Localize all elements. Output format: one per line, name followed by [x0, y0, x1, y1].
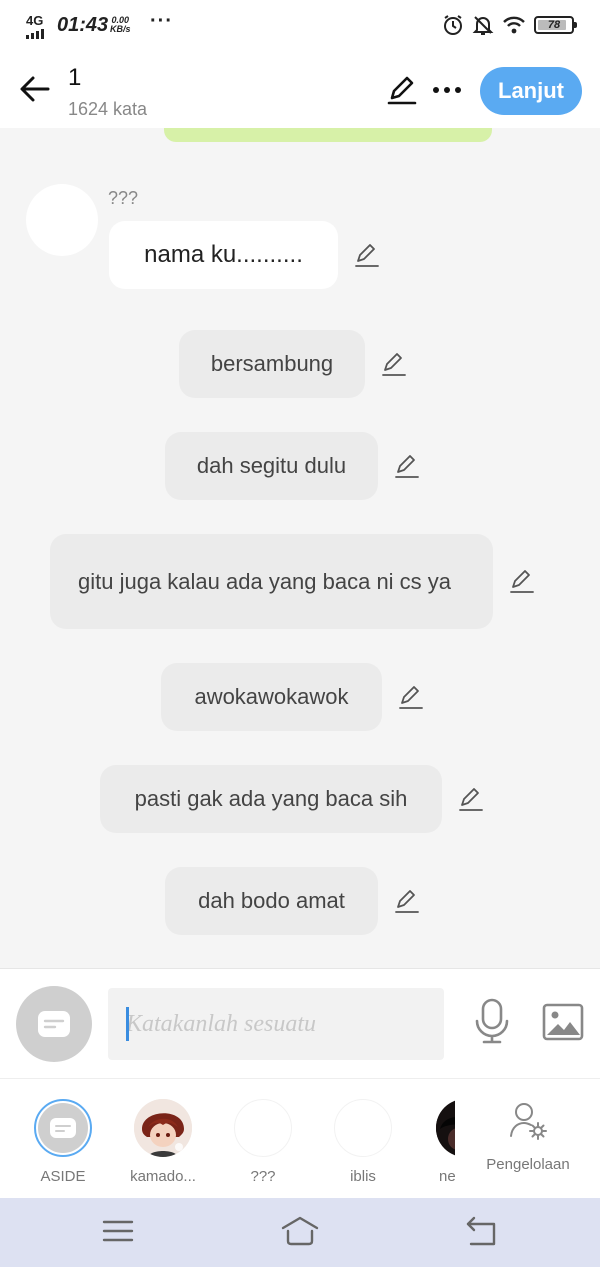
text-cursor: [126, 1007, 129, 1041]
character-item-ne[interactable]: ne: [423, 1099, 455, 1185]
input-bar: [0, 968, 600, 1078]
character-avatar: [234, 1099, 292, 1157]
character-avatar: [134, 1099, 192, 1157]
home-icon[interactable]: [280, 1214, 320, 1248]
wifi-icon: [503, 16, 525, 34]
character-bar: ASIDE kamado... ??? iblis ne Pengelolaan: [0, 1078, 600, 1198]
notification-dots-icon: ···: [150, 10, 173, 32]
message-bubble[interactable]: dah segitu dulu: [165, 432, 378, 500]
message-bubble[interactable]: awokawokawok: [161, 663, 382, 731]
edit-message-pencil-icon[interactable]: [508, 567, 536, 595]
character-avatar: [334, 1099, 392, 1157]
menu-icon[interactable]: [98, 1214, 138, 1248]
battery-icon: 78: [534, 16, 577, 34]
network-type: 4G: [26, 13, 44, 28]
back-arrow-icon: [20, 76, 50, 102]
message-bubble[interactable]: nama ku..........: [109, 221, 338, 289]
message-text: dah segitu dulu: [196, 453, 347, 478]
aside-toggle-button[interactable]: [16, 986, 92, 1062]
battery-level: 78: [547, 19, 561, 31]
message-input[interactable]: [108, 988, 444, 1060]
character-item-kamado[interactable]: kamado...: [123, 1099, 203, 1185]
message-bubble[interactable]: bersambung: [179, 330, 365, 398]
aside-chat-icon: [38, 1011, 70, 1037]
speaker-name: ???: [108, 188, 139, 208]
character-item-iblis[interactable]: iblis: [323, 1099, 403, 1185]
system-nav-bar: [0, 1198, 600, 1267]
dark-character-avatar-icon: [436, 1099, 455, 1157]
message-bubble[interactable]: dah bodo amat: [165, 867, 378, 935]
message-bubble[interactable]: pasti gak ada yang baca sih: [100, 765, 442, 833]
word-count: 1624 kata: [68, 99, 148, 119]
network-indicator: 4G: [26, 14, 44, 39]
message-text: awokawokawok: [194, 684, 349, 709]
network-speed: 0.00 KB/s: [110, 16, 131, 34]
edit-message-pencil-icon[interactable]: [457, 785, 485, 813]
edit-message-pencil-icon[interactable]: [397, 683, 425, 711]
character-name: ???: [250, 1168, 276, 1185]
back-icon[interactable]: [462, 1214, 502, 1248]
message-bubble[interactable]: gitu juga kalau ada yang baca ni cs ya: [50, 534, 493, 629]
image-icon[interactable]: [542, 1003, 584, 1041]
character-item-aside[interactable]: ASIDE: [23, 1099, 103, 1185]
edit-message-pencil-icon[interactable]: [393, 887, 421, 915]
app-header: 1 1624 kata Lanjut: [0, 56, 600, 128]
status-bar: 4G 01:43 0.00 KB/s ··· 78: [0, 0, 600, 56]
character-name: ASIDE: [40, 1168, 86, 1185]
previous-bubble-edge: [164, 128, 492, 142]
more-options-button[interactable]: [430, 74, 464, 106]
message-text: gitu juga kalau ada yang baca ni cs ya: [78, 568, 452, 594]
back-button[interactable]: [18, 72, 52, 106]
character-name: kamado...: [130, 1168, 196, 1185]
bell-off-icon: [472, 16, 494, 35]
user-gear-icon: [510, 1103, 547, 1140]
management-label: Pengelolaan: [486, 1156, 570, 1173]
edit-message-pencil-icon[interactable]: [393, 452, 421, 480]
edit-message-pencil-icon[interactable]: [353, 241, 381, 269]
character-name: ne: [439, 1168, 455, 1185]
speaker-avatar[interactable]: [26, 184, 98, 256]
message-text: nama ku..........: [144, 241, 303, 268]
edit-message-pencil-icon[interactable]: [380, 350, 408, 378]
message-text: dah bodo amat: [198, 888, 345, 913]
message-text: bersambung: [210, 351, 334, 376]
more-dots-icon: [433, 87, 461, 93]
status-icons: 78: [442, 14, 577, 36]
pencil-icon: [387, 76, 417, 105]
message-text: pasti gak ada yang baca sih: [134, 786, 408, 811]
character-avatar: [34, 1099, 92, 1157]
chat-area[interactable]: ??? nama ku.......... bersambung dah seg…: [0, 128, 600, 968]
character-name: iblis: [350, 1168, 376, 1185]
signal-icon: [26, 29, 44, 39]
management-button[interactable]: Pengelolaan: [480, 1101, 576, 1173]
alarm-icon: [444, 15, 462, 35]
aside-chat-icon: [50, 1118, 76, 1138]
edit-title-button[interactable]: [386, 74, 418, 106]
character-avatar: [436, 1099, 455, 1157]
next-button[interactable]: Lanjut: [480, 67, 582, 115]
anime-character-avatar-icon: [134, 1099, 192, 1157]
clock: 01:43: [57, 14, 109, 36]
chapter-title: 1: [68, 64, 82, 91]
microphone-icon[interactable]: [472, 997, 512, 1045]
character-item-unknown[interactable]: ???: [223, 1099, 303, 1185]
network-speed-unit: KB/s: [110, 24, 131, 34]
